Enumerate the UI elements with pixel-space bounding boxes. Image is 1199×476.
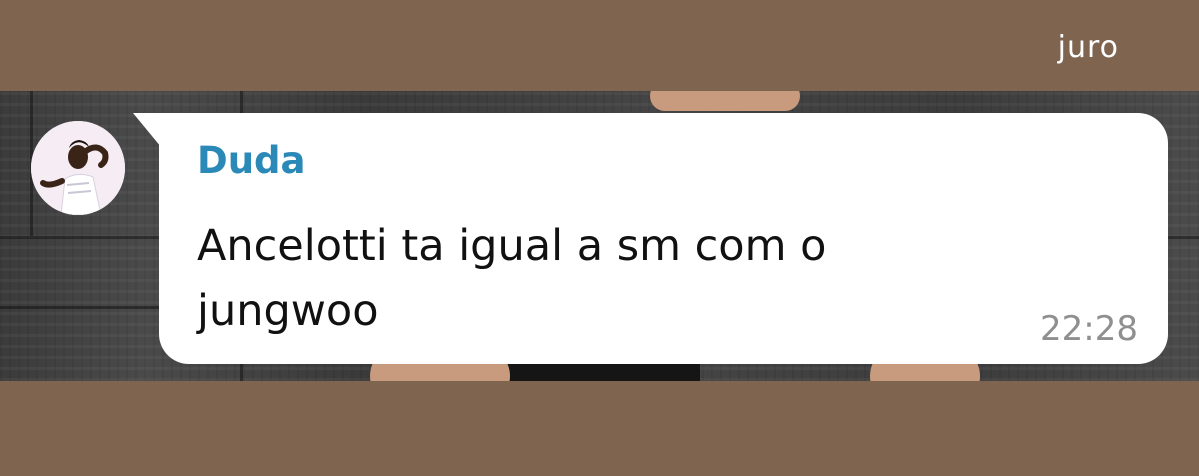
sender-name[interactable]: Duda bbox=[197, 138, 306, 184]
person-avatar-icon bbox=[31, 121, 125, 215]
message-timestamp: 22:28 bbox=[1040, 309, 1138, 349]
sender-avatar[interactable] bbox=[31, 121, 125, 215]
story-caption: juro bbox=[1057, 30, 1119, 65]
message-text: Ancelotti ta igual a sm com o jungwoo bbox=[197, 221, 827, 336]
